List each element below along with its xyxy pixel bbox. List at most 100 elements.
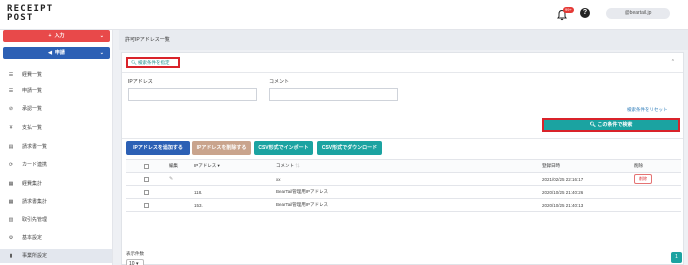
date-cell: 2021/02/25 22:16:17 xyxy=(539,172,631,186)
sidebar-item-label: カード連携 xyxy=(22,162,48,168)
sidebar-item-basic-settings[interactable]: ⚙ 基本設定 xyxy=(0,231,112,245)
ip-cell: 153. xyxy=(191,198,273,212)
search-icon: 🔍︎ xyxy=(589,122,596,128)
column-header-date: 登録日時 xyxy=(539,159,631,173)
user-menu[interactable]: @beartail.jp xyxy=(606,8,670,19)
apply-button[interactable]: ◀ 申請 ⌄ xyxy=(3,47,110,59)
chevron-down-icon: ⌄ xyxy=(99,50,104,56)
ip-list-panel: 🔍︎ 検索条件を指定 ⌃ IPアドレス コメント 検索条件をリセット 🔍︎ この… xyxy=(121,52,684,265)
chevron-up-icon[interactable]: ⌃ xyxy=(671,59,675,65)
divider xyxy=(122,72,683,73)
sidebar-item-label: 事業所設定 xyxy=(22,253,48,259)
input-button-label: 入力 xyxy=(54,33,65,39)
check-circle-icon: ⊘ xyxy=(8,106,14,112)
ip-cell: 118. xyxy=(191,185,273,199)
csv-import-button[interactable]: CSV形式でインポート xyxy=(254,141,313,155)
search-conditions-toggle[interactable]: 🔍︎ 検索条件を指定 xyxy=(126,57,180,68)
list-icon: ☰ xyxy=(8,72,14,78)
add-ip-button[interactable]: IPアドレスを追加する xyxy=(126,141,190,155)
edit-cell xyxy=(166,185,191,199)
chart-icon: ▦ xyxy=(8,199,14,205)
sidebar-item-payments[interactable]: ¥ 支払一覧 xyxy=(0,121,112,135)
row-delete-button[interactable]: 削除 xyxy=(634,174,652,184)
app-logo[interactable]: RECEIPT POST xyxy=(7,5,53,23)
pagination-page-1[interactable]: 1 xyxy=(671,252,682,263)
logo-line-2: POST xyxy=(7,13,34,23)
sidebar-item-label: 経費集計 xyxy=(22,181,43,187)
edit-cell xyxy=(166,198,191,212)
comment-cell: BearTail管理用IPアドレス xyxy=(273,185,539,199)
date-cell: 2020/10/25 21:40:26 xyxy=(539,185,631,199)
column-header-comment[interactable]: コメント ⇅ xyxy=(273,159,539,173)
sidebar-item-label: 基本設定 xyxy=(22,235,43,241)
top-bar: RECEIPT POST 99+ ? @beartail.jp xyxy=(0,0,688,30)
divider xyxy=(122,138,683,139)
pencil-icon[interactable]: ✎ xyxy=(169,176,173,182)
date-cell: 2020/10/25 21:40:13 xyxy=(539,198,631,212)
table-row: 153. BearTail管理用IPアドレス 2020/10/25 21:40:… xyxy=(126,198,681,212)
delete-ip-button[interactable]: IPアドレスを削除する xyxy=(192,141,251,155)
row-checkbox[interactable] xyxy=(143,189,149,195)
ip-table: 編集 IPアドレス ▾ コメント ⇅ 登録日時 削除 ✎ xx 2021/02/… xyxy=(126,159,681,212)
document-icon: ▤ xyxy=(8,144,14,150)
office-icon: ▮ xyxy=(9,253,13,259)
sidebar-item-applications[interactable]: ☰ 申請一覧 xyxy=(0,84,112,98)
comment-cell: xx xyxy=(273,172,539,186)
gear-icon: ⚙ xyxy=(8,235,14,241)
sidebar-item-approvals[interactable]: ⊘ 承認一覧 xyxy=(0,102,112,116)
question-icon[interactable]: ? xyxy=(580,8,590,18)
search-icon: 🔍︎ xyxy=(131,60,137,65)
comment-filter-label: コメント xyxy=(269,79,290,85)
row-select-cell xyxy=(126,198,166,212)
table-row: ✎ xx 2021/02/25 22:16:17 削除 xyxy=(126,172,681,186)
table-header-row: 編集 IPアドレス ▾ コメント ⇅ 登録日時 削除 xyxy=(126,159,681,173)
input-button[interactable]: + 入力 ⌄ xyxy=(3,30,110,42)
sidebar-item-expenses[interactable]: ☰ 経費一覧 xyxy=(0,68,112,82)
row-checkbox[interactable] xyxy=(143,202,149,208)
sort-desc-icon: ▾ xyxy=(217,163,220,168)
sidebar-item-label: 取引先管理 xyxy=(22,217,48,223)
csv-download-button[interactable]: CSV形式でダウンロード xyxy=(317,141,382,155)
sidebar-item-invoices[interactable]: ▤ 請求書一覧 xyxy=(0,140,112,154)
list-icon: ☰ xyxy=(8,88,14,94)
reset-filters-link[interactable]: 検索条件をリセット xyxy=(627,107,668,113)
comment-cell: BearTail管理用IPアドレス xyxy=(273,198,539,212)
column-header-ip[interactable]: IPアドレス ▾ xyxy=(191,159,273,173)
row-select-cell xyxy=(126,172,166,186)
chevron-down-icon: ⌄ xyxy=(99,33,104,39)
column-header-comment-label: コメント xyxy=(276,163,294,168)
select-all-checkbox[interactable] xyxy=(143,163,149,169)
send-icon: ◀ xyxy=(48,50,52,56)
sidebar-item-office-settings[interactable]: ▮ 事業所設定 xyxy=(0,249,112,263)
sidebar-item-card-link[interactable]: ⟳ カード連携 xyxy=(0,158,112,172)
sort-icon: ⇅ xyxy=(295,163,300,168)
sidebar-item-label: 請求書集計 xyxy=(22,199,48,205)
row-checkbox[interactable] xyxy=(143,176,149,182)
sidebar: + 入力 ⌄ ◀ 申請 ⌄ ☰ 経費一覧 ☰ 申請一覧 ⊘ 承認一覧 ¥ 支払一覧 … xyxy=(0,30,113,265)
plus-icon: + xyxy=(48,33,52,39)
column-header-delete: 削除 xyxy=(631,159,681,173)
link-icon: ⟳ xyxy=(8,162,14,168)
building-icon: ▥ xyxy=(8,217,14,223)
sidebar-item-label: 経費一覧 xyxy=(22,72,43,78)
per-page-select[interactable]: 10 ▾ xyxy=(126,259,144,265)
sidebar-item-label: 申請一覧 xyxy=(22,88,43,94)
notification-badge: 99+ xyxy=(563,7,574,13)
sidebar-item-label: 請求書一覧 xyxy=(22,144,48,150)
row-select-cell xyxy=(126,185,166,199)
per-page-value: 10 xyxy=(129,261,135,265)
search-toggle-label: 検索条件を指定 xyxy=(137,60,170,65)
sidebar-item-partners[interactable]: ▥ 取引先管理 xyxy=(0,213,112,227)
sidebar-item-label: 支払一覧 xyxy=(22,125,43,131)
per-page-label: 表示件数 xyxy=(126,251,144,256)
yen-icon: ¥ xyxy=(9,125,13,131)
page-title: 許可IPアドレス一覧 xyxy=(119,30,688,50)
comment-filter-input[interactable] xyxy=(269,88,398,101)
column-header-edit: 編集 xyxy=(166,159,191,173)
ip-cell xyxy=(191,172,273,186)
ip-filter-input[interactable] xyxy=(128,88,257,101)
search-button[interactable]: 🔍︎ この条件で検索 xyxy=(542,118,680,132)
sidebar-item-expense-summary[interactable]: ▦ 経費集計 xyxy=(0,177,112,191)
delete-cell xyxy=(631,198,681,212)
sidebar-item-invoice-summary[interactable]: ▦ 請求書集計 xyxy=(0,195,112,209)
